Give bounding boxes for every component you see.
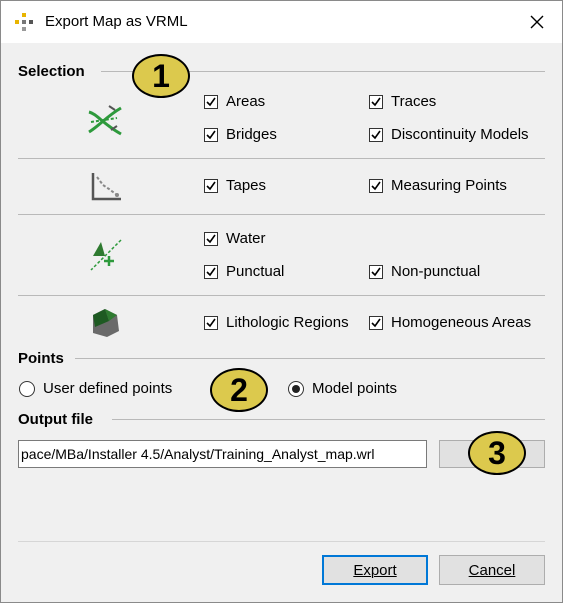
bridges-label: Bridges bbox=[226, 126, 277, 143]
annotation-badge-2: 2 bbox=[210, 368, 268, 412]
bridges-checkbox[interactable]: Bridges bbox=[204, 126, 277, 143]
radio-circle bbox=[19, 380, 35, 397]
discontinuity-models-label: Discontinuity Models bbox=[391, 126, 529, 143]
group-divider bbox=[18, 214, 545, 215]
checkmark-icon bbox=[206, 267, 216, 276]
homogeneous-areas-checkbox[interactable]: Homogeneous Areas bbox=[369, 314, 531, 331]
export-button[interactable]: Export bbox=[322, 555, 428, 585]
checkmark-icon bbox=[371, 130, 381, 139]
checkbox-box bbox=[204, 315, 218, 330]
checkbox-box bbox=[204, 264, 218, 279]
output-path-input[interactable]: pace/MBa/Installer 4.5/Analyst/Training_… bbox=[18, 440, 427, 468]
checkbox-box bbox=[204, 178, 218, 193]
areas-label: Areas bbox=[226, 93, 266, 110]
checkmark-icon bbox=[371, 267, 381, 276]
checkbox-box bbox=[369, 315, 383, 330]
export-button-label: Export bbox=[353, 561, 397, 579]
measuring-points-label: Measuring Points bbox=[391, 177, 507, 194]
lithologic-region-icon bbox=[93, 309, 119, 337]
checkmark-icon bbox=[206, 181, 216, 190]
areas-checkbox[interactable]: Areas bbox=[204, 93, 265, 110]
close-button[interactable] bbox=[519, 7, 555, 37]
checkbox-box bbox=[369, 264, 383, 279]
checkmark-icon bbox=[206, 318, 216, 327]
checkmark-icon bbox=[206, 97, 216, 106]
checkmark-icon bbox=[371, 318, 381, 327]
user-defined-points-radio[interactable]: User defined points bbox=[19, 380, 172, 397]
non-punctual-label: Non-punctual bbox=[391, 263, 481, 280]
points-label: Points bbox=[18, 350, 64, 367]
export-vrml-dialog: Export Map as VRML Selection Areas Trace… bbox=[0, 0, 563, 603]
tapes-label: Tapes bbox=[226, 177, 267, 194]
app-logo-icon bbox=[15, 13, 33, 31]
model-points-radio[interactable]: Model points bbox=[288, 380, 397, 397]
lithologic-regions-label: Lithologic Regions bbox=[226, 314, 349, 331]
punctual-checkbox[interactable]: Punctual bbox=[204, 263, 284, 280]
group-divider bbox=[18, 158, 545, 159]
points-divider bbox=[75, 358, 545, 359]
traces-areas-icon bbox=[88, 105, 122, 136]
selection-label: Selection bbox=[18, 63, 85, 80]
user-defined-points-label: User defined points bbox=[43, 380, 173, 397]
checkbox-box bbox=[369, 94, 383, 109]
cancel-button[interactable]: Cancel bbox=[439, 555, 545, 585]
footer-divider bbox=[18, 541, 545, 542]
checkbox-box bbox=[204, 127, 218, 142]
non-punctual-checkbox[interactable]: Non-punctual bbox=[369, 263, 480, 280]
checkmark-icon bbox=[371, 181, 381, 190]
checkmark-icon bbox=[206, 130, 216, 139]
title-bar: Export Map as VRML bbox=[1, 1, 562, 43]
homogeneous-areas-label: Homogeneous Areas bbox=[391, 314, 532, 331]
checkbox-box bbox=[204, 231, 218, 246]
group-divider bbox=[18, 295, 545, 296]
discontinuity-models-checkbox[interactable]: Discontinuity Models bbox=[369, 126, 529, 143]
punctual-label: Punctual bbox=[226, 263, 285, 280]
traces-checkbox[interactable]: Traces bbox=[369, 93, 436, 110]
checkbox-box bbox=[204, 94, 218, 109]
radio-circle bbox=[288, 380, 304, 397]
annotation-badge-1: 1 bbox=[132, 54, 190, 98]
tapes-checkbox[interactable]: Tapes bbox=[204, 177, 266, 194]
lithologic-regions-checkbox[interactable]: Lithologic Regions bbox=[204, 314, 349, 331]
checkmark-icon bbox=[206, 234, 216, 243]
model-points-label: Model points bbox=[312, 380, 398, 397]
checkbox-box bbox=[369, 127, 383, 142]
measuring-points-checkbox[interactable]: Measuring Points bbox=[369, 177, 507, 194]
radio-selected-dot bbox=[292, 384, 300, 393]
close-icon bbox=[530, 15, 544, 29]
output-file-label: Output file bbox=[18, 411, 93, 428]
window-title: Export Map as VRML bbox=[45, 13, 188, 30]
water-label: Water bbox=[226, 230, 266, 247]
output-divider bbox=[112, 419, 545, 420]
cancel-button-label: Cancel bbox=[468, 561, 516, 579]
water-icon bbox=[90, 239, 122, 271]
water-checkbox[interactable]: Water bbox=[204, 230, 265, 247]
checkmark-icon bbox=[371, 97, 381, 106]
tapes-icon bbox=[91, 173, 121, 201]
annotation-badge-3: 3 bbox=[468, 431, 526, 475]
traces-label: Traces bbox=[391, 93, 437, 110]
checkbox-box bbox=[369, 178, 383, 193]
